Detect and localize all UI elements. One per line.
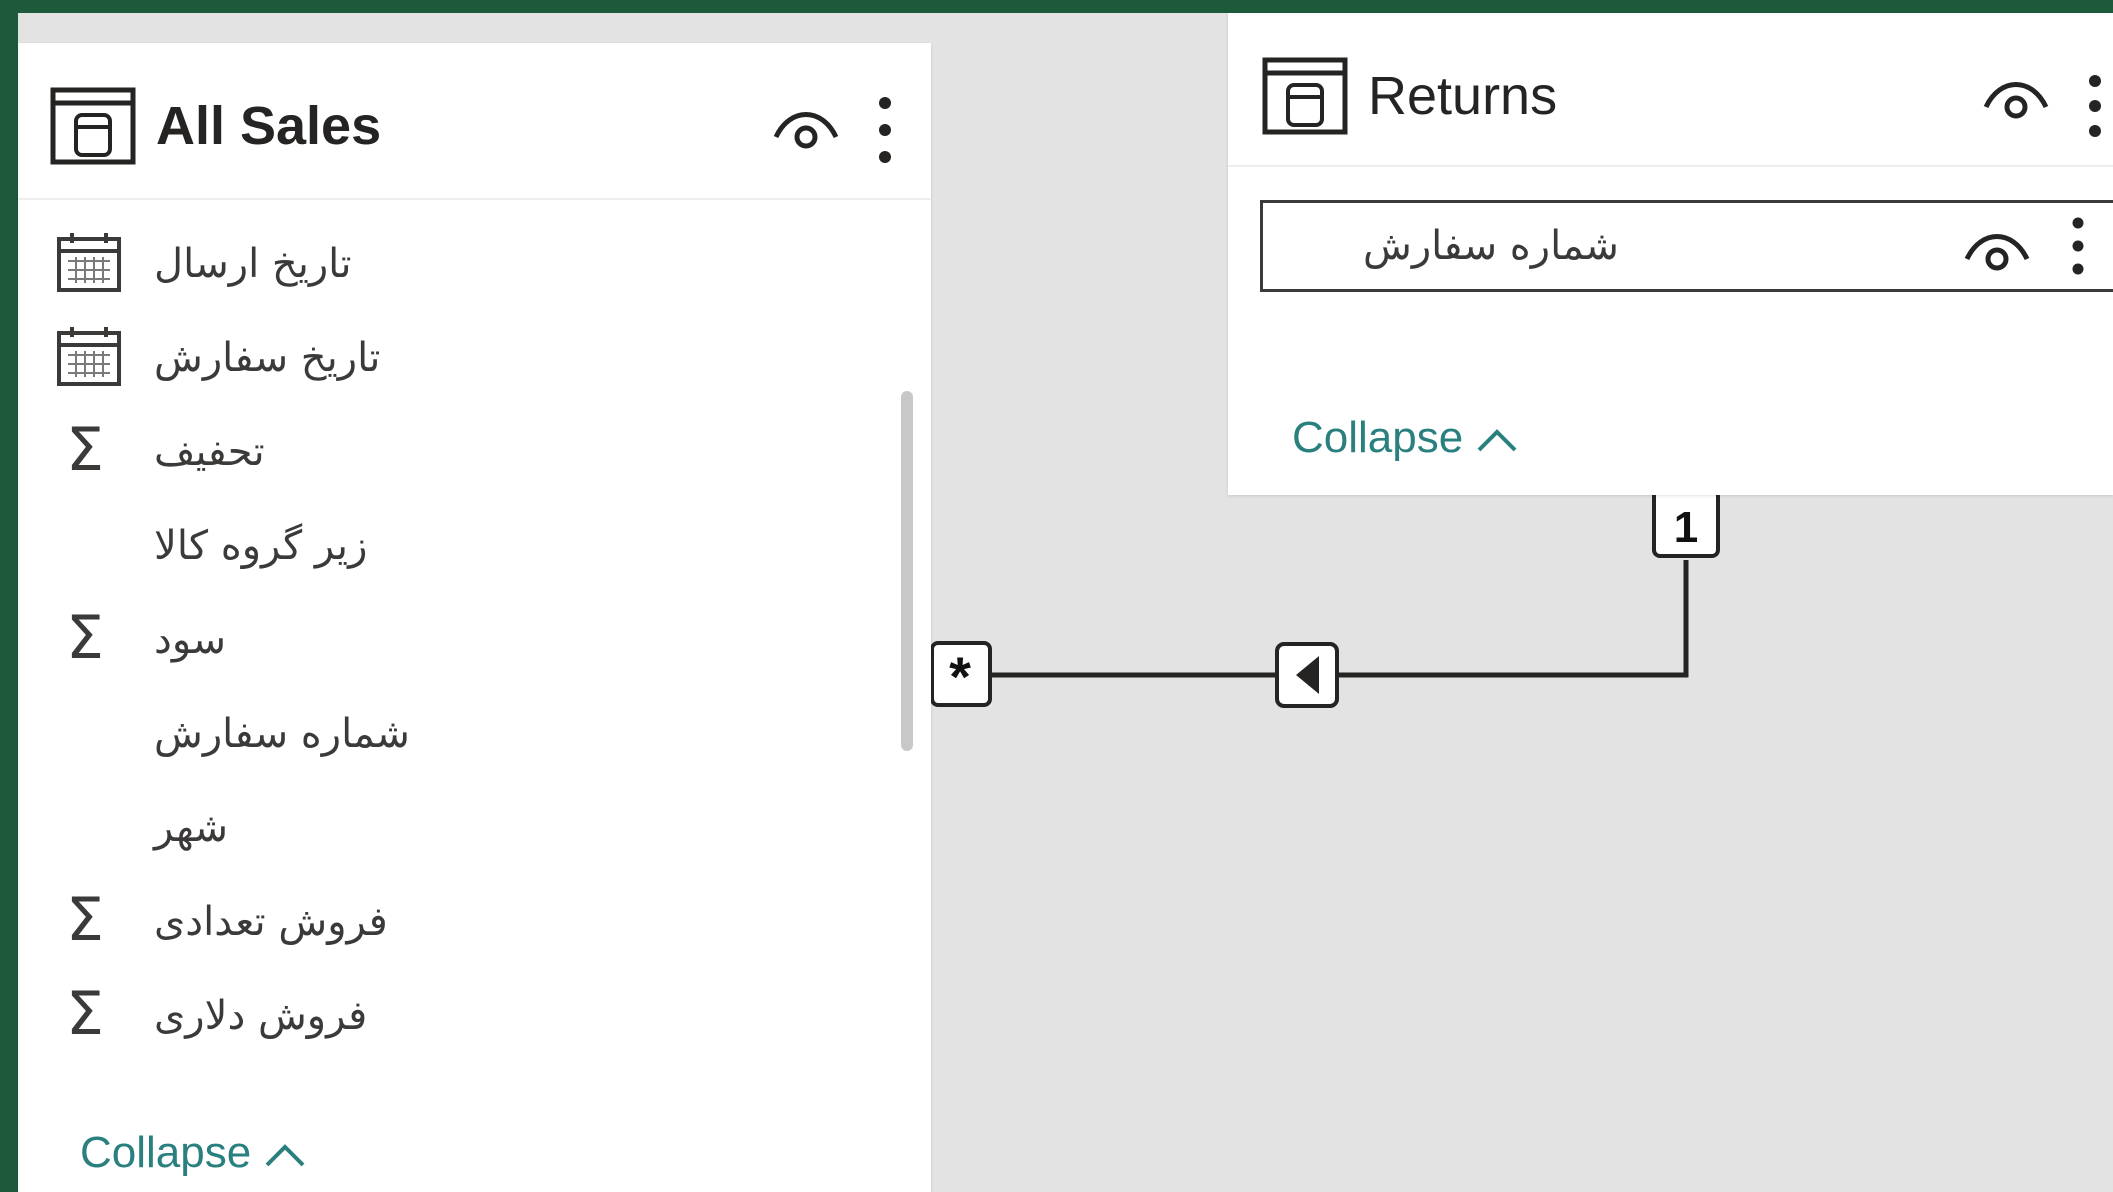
more-options-icon[interactable] — [2071, 215, 2085, 277]
field-row[interactable]: زیر گروه کالا — [18, 499, 931, 593]
eye-icon[interactable] — [772, 101, 840, 155]
field-row[interactable]: شماره سفارش — [18, 687, 931, 781]
many-side-label: * — [949, 645, 971, 708]
selected-field-row[interactable]: شماره سفارش — [1260, 200, 2113, 292]
field-label: شهر — [154, 805, 229, 851]
more-options-icon[interactable] — [2088, 73, 2102, 139]
collapse-label: Collapse — [1292, 413, 1464, 462]
table-title: Returns — [1368, 66, 1558, 126]
collapse-button[interactable]: Collapse — [1292, 413, 1519, 463]
field-row[interactable]: Σ فروش تعدادی — [18, 875, 931, 969]
many-side-marker: * — [930, 641, 992, 708]
field-label: شماره سفارش — [154, 711, 410, 757]
field-label: فروش دلاری — [154, 993, 368, 1039]
all-sales-table-card[interactable]: All Sales تاریخ ارسال تاریخ سفارش Σ تحفی… — [18, 43, 931, 1192]
all-sales-header[interactable]: All Sales — [18, 43, 931, 200]
table-icon — [50, 87, 136, 165]
one-side-label: 1 — [1674, 503, 1698, 552]
returns-header[interactable]: Returns — [1228, 13, 2113, 167]
sigma-icon: Σ — [66, 885, 104, 955]
field-label: فروش تعدادی — [154, 899, 388, 945]
field-label: زیر گروه کالا — [154, 523, 368, 569]
field-row[interactable]: تاریخ سفارش — [18, 311, 931, 405]
field-row[interactable]: Σ تحفیف — [18, 405, 931, 499]
field-row[interactable]: Σ فروش دلاری — [18, 969, 931, 1063]
table-icon — [1262, 57, 1348, 135]
calendar-icon — [57, 233, 121, 292]
sigma-icon: Σ — [66, 979, 104, 1049]
field-label: سود — [154, 617, 226, 663]
eye-icon[interactable] — [1982, 71, 2050, 125]
field-label: تاریخ سفارش — [154, 335, 381, 381]
field-label: تحفیف — [154, 429, 265, 475]
field-row[interactable]: شهر — [18, 781, 931, 875]
field-label: تاریخ ارسال — [154, 241, 352, 287]
one-side-marker: 1 — [1652, 488, 1720, 558]
more-options-icon[interactable] — [878, 95, 892, 165]
field-list-scrollbar[interactable] — [901, 391, 913, 751]
eye-icon[interactable] — [1963, 225, 2031, 275]
field-label: شماره سفارش — [1363, 223, 1619, 269]
collapse-label: Collapse — [80, 1128, 252, 1177]
field-row[interactable]: Σ سود — [18, 593, 931, 687]
chevron-up-icon — [265, 1144, 305, 1167]
sigma-icon: Σ — [66, 603, 104, 673]
collapse-button[interactable]: Collapse — [80, 1128, 307, 1178]
chevron-up-icon — [1477, 429, 1517, 452]
sigma-icon: Σ — [66, 415, 104, 485]
cross-filter-direction-icon[interactable] — [1275, 642, 1339, 708]
calendar-icon — [57, 327, 121, 386]
table-title: All Sales — [156, 96, 382, 156]
field-row[interactable]: تاریخ ارسال — [18, 217, 931, 311]
returns-table-card[interactable]: Returns شماره سفارش Collapse — [1228, 13, 2113, 495]
